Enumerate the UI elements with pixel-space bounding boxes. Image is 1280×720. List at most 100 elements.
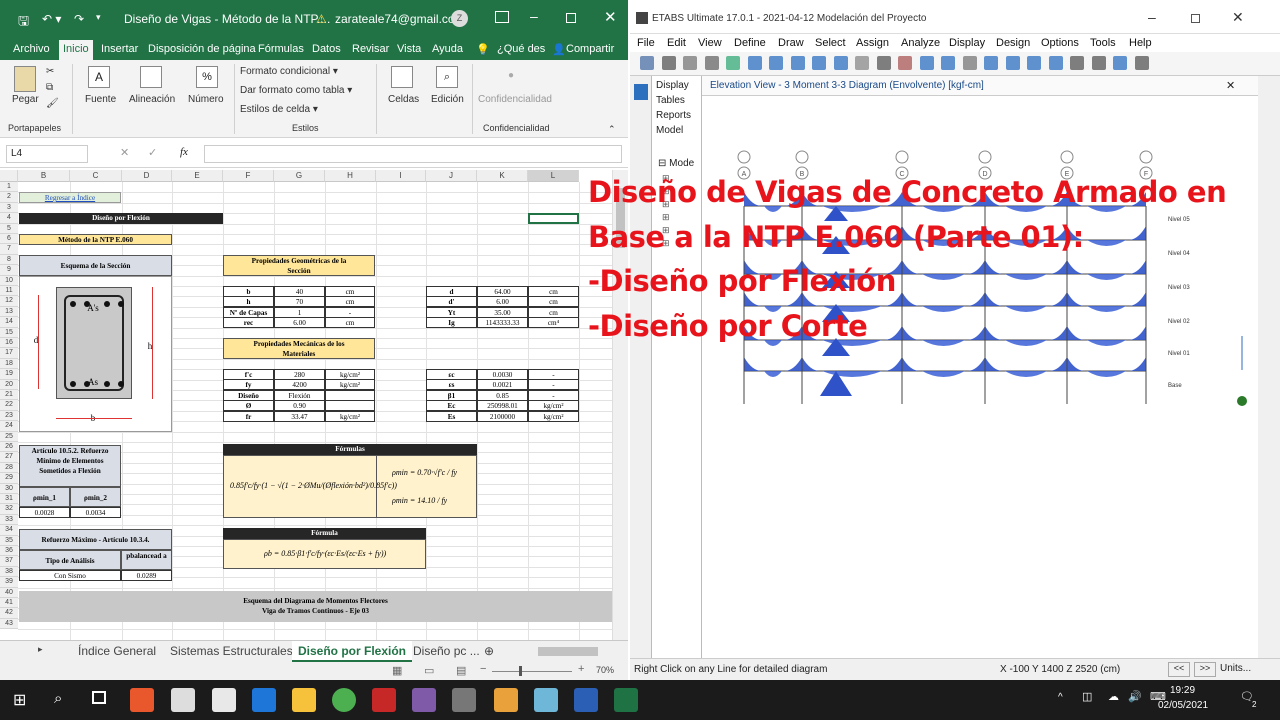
paste-icon[interactable] — [14, 66, 36, 92]
alineacion-label[interactable]: Alineación — [129, 94, 175, 105]
cancel-icon[interactable]: ✕ — [120, 146, 129, 159]
toolbar-button[interactable] — [833, 56, 848, 70]
back-to-index-link[interactable]: Regresar a Índice — [19, 192, 121, 203]
save-icon[interactable]: 🖫 — [18, 12, 29, 34]
row-header[interactable]: 18 — [0, 358, 18, 370]
column-header[interactable]: J — [426, 170, 477, 182]
word-icon[interactable] — [574, 688, 598, 712]
toolbar-button[interactable] — [790, 56, 805, 70]
row-header[interactable]: 31 — [0, 494, 18, 505]
column-header[interactable]: H — [325, 170, 376, 182]
row-header[interactable]: 12 — [0, 296, 18, 307]
row-header[interactable]: 5 — [0, 223, 18, 234]
collapse-ribbon-icon[interactable]: ⌃ — [608, 124, 616, 135]
toolbar-button[interactable] — [962, 56, 977, 70]
close-icon[interactable]: ✕ — [604, 8, 617, 26]
row-header[interactable]: 30 — [0, 483, 18, 494]
menu-assign[interactable]: Assign — [856, 37, 889, 49]
row-header[interactable]: 36 — [0, 546, 18, 557]
tab-reports[interactable]: Reports — [656, 108, 691, 123]
font-icon[interactable]: A — [88, 66, 110, 88]
select-all-corner[interactable] — [0, 170, 18, 182]
chrome-icon[interactable] — [332, 688, 356, 712]
tell-me-search[interactable]: ¿Qué des — [497, 43, 545, 55]
column-header[interactable]: G — [274, 170, 325, 182]
search-icon[interactable]: ⌕ — [54, 690, 62, 707]
column-header[interactable]: E — [172, 170, 223, 182]
menu-tools[interactable]: Tools — [1090, 37, 1116, 49]
share-icon[interactable]: 👤 — [552, 43, 566, 56]
menu-display[interactable]: Display — [949, 37, 985, 49]
spreadsheet-grid[interactable]: B C D E F G H I J K L 1 2 3 4 5 6 7 8 9 10 11 12 13 1… — [0, 170, 628, 640]
pegar-label[interactable]: Pegar — [12, 94, 39, 105]
menu-define[interactable]: Define — [734, 37, 766, 49]
zoom-level[interactable]: 70% — [596, 665, 614, 675]
row-header[interactable]: 1 — [0, 182, 18, 193]
formato-condicional-button[interactable]: Formato condicional ▾ — [240, 66, 338, 77]
menu-design[interactable]: Design — [996, 37, 1030, 49]
autocad-icon[interactable] — [372, 688, 396, 712]
tab-datos[interactable]: Datos — [312, 43, 341, 55]
tab-disposicion[interactable]: Disposición de página — [148, 43, 256, 55]
row-header[interactable]: 29 — [0, 473, 18, 484]
etabs-minimize-icon[interactable]: – — [1148, 9, 1156, 25]
zoom-slider[interactable] — [492, 671, 572, 672]
row-header[interactable]: 39 — [0, 577, 18, 588]
toolbar-button[interactable] — [661, 56, 676, 70]
view-close-icon[interactable]: ✕ — [1226, 79, 1235, 92]
row-header[interactable]: 14 — [0, 317, 18, 328]
column-header[interactable]: C — [70, 170, 122, 182]
toolbar-button[interactable] — [769, 56, 783, 70]
toolbar-button[interactable] — [1113, 56, 1127, 70]
name-box[interactable]: L4 — [6, 145, 88, 163]
windows-start-icon[interactable]: ⊞ — [13, 690, 26, 710]
toolbar-button[interactable] — [704, 56, 719, 70]
sheet-tab[interactable]: Diseño pc ... — [413, 644, 480, 658]
page-layout-icon[interactable]: ▭ — [424, 664, 434, 677]
show-hidden-icons[interactable]: ^ — [1058, 692, 1063, 703]
app-icon[interactable] — [534, 688, 558, 712]
row-header[interactable]: 9 — [0, 265, 18, 276]
units-button[interactable]: Units... — [1214, 663, 1251, 674]
excel-icon[interactable] — [614, 688, 638, 712]
avatar[interactable]: Z — [451, 10, 468, 27]
row-header[interactable]: 25 — [0, 431, 18, 442]
cells-icon[interactable] — [391, 66, 413, 88]
sheet-tab[interactable]: Índice General — [78, 644, 156, 658]
column-header[interactable]: F — [223, 170, 274, 182]
row-header[interactable]: 28 — [0, 462, 18, 474]
normal-view-icon[interactable]: ▦ — [392, 664, 402, 677]
toolbar-button[interactable] — [898, 56, 912, 70]
customize-qat-icon[interactable]: ▾ — [96, 12, 101, 23]
tab-tables[interactable]: Tables — [656, 93, 691, 108]
row-header[interactable]: 22 — [0, 400, 18, 411]
toolbar-button[interactable] — [1091, 56, 1106, 70]
zoom-out-icon[interactable]: − — [480, 663, 486, 675]
tab-archivo[interactable]: Archivo — [13, 43, 50, 55]
tab-display[interactable]: Display — [656, 78, 691, 93]
task-view-icon[interactable] — [92, 691, 106, 704]
edicion-label[interactable]: Edición — [431, 94, 464, 105]
mail-icon[interactable] — [171, 688, 195, 712]
toolbar-button[interactable] — [726, 56, 740, 70]
undo-icon[interactable]: ↶ ▾ — [42, 12, 61, 26]
row-header[interactable]: 41 — [0, 598, 18, 609]
menu-view[interactable]: View — [698, 37, 722, 49]
tab-formulas[interactable]: Fórmulas — [258, 43, 304, 55]
estilos-celda-button[interactable]: Estilos de celda ▾ — [240, 104, 318, 115]
row-header[interactable]: 24 — [0, 421, 18, 432]
confidencialidad-button[interactable]: Confidencialidad — [478, 94, 552, 105]
volume-icon[interactable]: 🔊 — [1128, 690, 1142, 703]
sheet-tab[interactable]: Sistemas Estructurales — [170, 644, 293, 658]
tab-revisar[interactable]: Revisar — [352, 43, 389, 55]
insert-function-icon[interactable]: fx — [180, 146, 188, 158]
alignment-icon[interactable] — [140, 66, 162, 88]
zoom-in-icon[interactable]: + — [578, 663, 584, 675]
maximize-icon[interactable] — [566, 13, 576, 23]
row-header[interactable]: 37 — [0, 556, 18, 567]
toolbar-button[interactable] — [941, 56, 955, 70]
prev-button[interactable]: << — [1168, 662, 1190, 677]
toolbar-button[interactable] — [640, 56, 654, 70]
row-header[interactable]: 7 — [0, 244, 18, 255]
copy-icon[interactable]: ⧉ — [46, 82, 53, 93]
